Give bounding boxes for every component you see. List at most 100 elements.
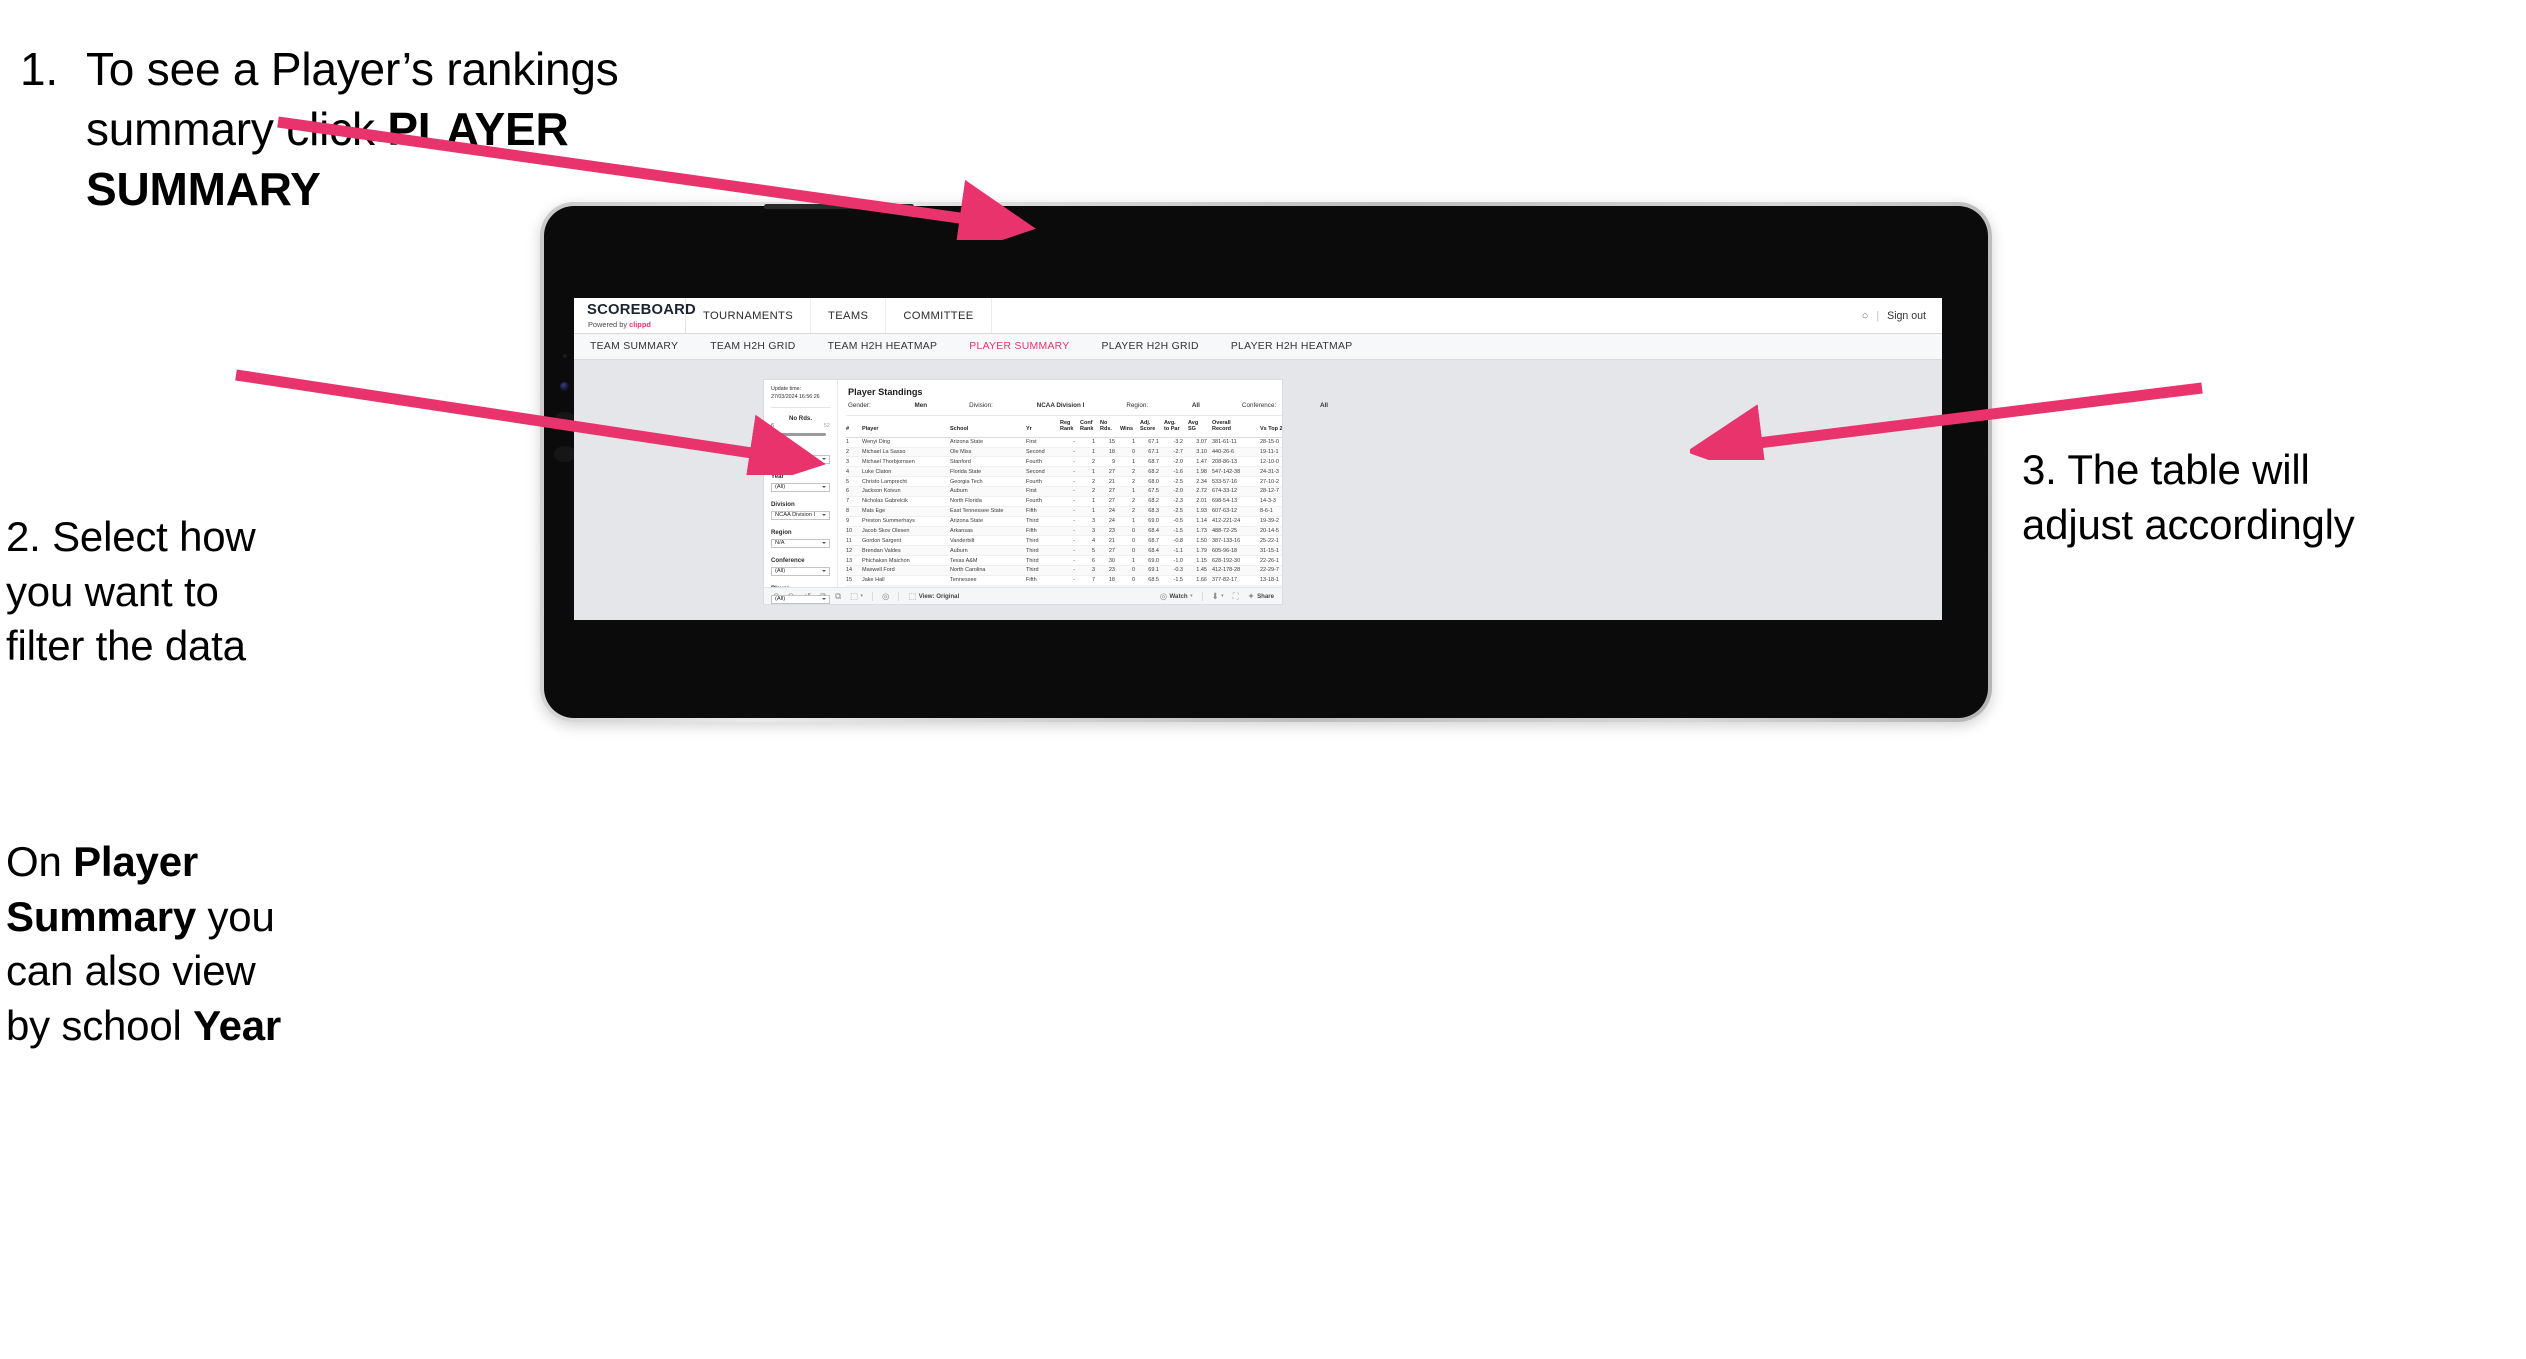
sign-out-link[interactable]: Sign out [1887, 310, 1926, 322]
view-original-button[interactable]: ⬚ View: Original [908, 590, 959, 601]
table-cell: - [1060, 437, 1080, 448]
nav-teams[interactable]: TEAMS [811, 298, 887, 333]
table-row[interactable]: 14 Maxwell Ford North Carolina Third -3 23 0 69… [846, 565, 1282, 576]
table-cell: 2 [846, 447, 862, 458]
table-cell: 27 [1100, 496, 1120, 507]
nav-committee[interactable]: COMMITTEE [886, 298, 992, 333]
tab-team-h2h-grid[interactable]: TEAM H2H GRID [694, 334, 811, 359]
table-row[interactable]: 2 Michael La Sasso Ole Miss Second -1 18 0 67.1… [846, 447, 1282, 458]
annotation-3-line2: adjust accordingly [2022, 500, 2355, 548]
division-value: NCAA Division I [775, 512, 816, 519]
table-row[interactable]: 12 Brendan Valdes Auburn Third -5 27 0 68.4 -1.1… [846, 545, 1282, 557]
table-cell: 1 [1080, 496, 1100, 507]
table-cell: 0 [1120, 575, 1140, 586]
table-cell: -2.3 [1164, 496, 1188, 507]
table-row[interactable]: 9 Preston Summerhays Arizona State Third -3 2… [846, 516, 1282, 527]
tab-player-summary[interactable]: PLAYER SUMMARY [953, 334, 1085, 359]
tablet-device-frame: SCOREBOARD Powered by clippd TOURNAMENTS… [540, 202, 1992, 722]
table-cell: 4 [1080, 535, 1100, 547]
table-row[interactable]: 7 Nicholas Gabrelcik North Florida Fourth -1… [846, 496, 1282, 507]
table-row[interactable]: 4 Luke Claton Florida State Second -1 27 2 68.2… [846, 466, 1282, 478]
region-select[interactable]: N/A [771, 538, 830, 549]
pause-icon[interactable]: ⧉ [835, 591, 841, 600]
table-row[interactable]: 10 Jacob Skov Olesen Arkansas Fifth -3 23 0 68.… [846, 526, 1282, 537]
tab-player-h2h-grid[interactable]: PLAYER H2H GRID [1086, 334, 1215, 359]
table-cell: 27 [1100, 466, 1120, 478]
table-row[interactable]: 1 Wenyi Ding Arizona State First -1 15 1 67.1 -3… [846, 437, 1282, 448]
division-select[interactable]: NCAA Division I [771, 510, 830, 521]
table-cell: - [1060, 447, 1080, 458]
table-cell: 698-54-13 [1212, 496, 1260, 507]
history-icon[interactable]: ◎ [882, 591, 889, 600]
gender-select[interactable]: Men [771, 454, 830, 465]
year-select[interactable]: (All) [771, 482, 830, 493]
table-cell: 1.79 [1188, 545, 1212, 557]
view-icon: ⬚ [908, 590, 917, 601]
brand-logo[interactable]: SCOREBOARD Powered by clippd [574, 298, 696, 333]
no-rounds-slider[interactable] [775, 431, 826, 438]
filter-no-rounds[interactable]: No Rds. 6 52 [771, 415, 830, 438]
table-cell: East Tennessee State [950, 506, 1026, 517]
no-rounds-slider-handle[interactable] [775, 431, 780, 438]
cell-player-name: Christo Lamprecht [862, 476, 950, 487]
column-header-conf-rank[interactable]: Conf Rank [1080, 416, 1100, 438]
table-row[interactable]: 13 Phichaksn Maichon Texas A&M Third -6 30 1 69… [846, 555, 1282, 566]
tab-team-summary[interactable]: TEAM SUMMARY [574, 334, 694, 359]
download-icon: ⬇ [1211, 590, 1219, 601]
table-cell: 13 [846, 555, 862, 566]
tab-player-h2h-heatmap[interactable]: PLAYER H2H HEATMAP [1215, 334, 1369, 359]
table-cell: 2 [1080, 476, 1100, 487]
table-row[interactable]: 5 Christo Lamprecht Georgia Tech Fourth -2 21… [846, 476, 1282, 487]
table-row[interactable]: 11 Gordon Sargent Vanderbilt Third -4 21 0 68.7… [846, 535, 1282, 547]
share-button[interactable]: ✦ Share [1248, 591, 1274, 600]
filter-year: Year (All) [771, 473, 830, 493]
table-cell: 0 [1120, 565, 1140, 576]
summary-gender: Gender: Men [848, 402, 927, 409]
table-row[interactable]: 3 Michael Thorbjornsen Stanford Fourth -2 9 1 6… [846, 456, 1282, 468]
nav-tournaments[interactable]: TOURNAMENTS [686, 298, 812, 333]
table-row[interactable]: 6 Jackson Koivun Auburn First -2 27 1 67.5 -2.0 2… [846, 486, 1282, 497]
table-cell: - [1060, 535, 1080, 547]
year-value: (All) [775, 484, 786, 491]
download-button[interactable]: ⬇ ▾ [1211, 590, 1224, 601]
table-cell: -1.1 [1164, 545, 1188, 557]
column-header-avg-to-par[interactable]: Avg. to Par [1164, 416, 1188, 438]
cell-player-name: Phichaksn Maichon [862, 555, 950, 566]
table-cell: 10 [846, 526, 862, 537]
fullscreen-icon[interactable]: ⛶ [1233, 591, 1239, 600]
column-header-[interactable]: # [846, 416, 862, 438]
column-header-vs-top-25[interactable]: Vs Top 25 [1260, 416, 1282, 438]
tablet-speaker-icon-2 [554, 446, 576, 462]
filter-summary: Gender: Men Division: NCAA Division I Re… [846, 402, 1328, 416]
table-cell: 412-221-24 [1212, 516, 1260, 527]
table-cell: - [1060, 476, 1080, 487]
filter-region: Region N/A [771, 529, 830, 549]
table-row[interactable]: 15 Jake Hall Tennessee Fifth -7 18 0 68.5 -1.5 1.… [846, 575, 1282, 586]
table-cell: Fifth [1026, 575, 1060, 586]
column-header-adj-score[interactable]: Adj. Score [1140, 416, 1164, 438]
alerts-dropdown[interactable]: ⬚ ▾ [850, 591, 863, 600]
player-select[interactable]: (All) [771, 594, 830, 605]
column-header-reg-rank[interactable]: Reg Rank [1060, 416, 1080, 438]
table-cell: -2.5 [1164, 506, 1188, 517]
cell-player-name: Gordon Sargent [862, 535, 950, 547]
table-cell: 12-10-0 [1260, 456, 1282, 468]
table-cell: 387-133-16 [1212, 535, 1260, 547]
conference-select[interactable]: (All) [771, 566, 830, 577]
column-header-overall-record[interactable]: Overall Record [1212, 416, 1260, 438]
table-cell: -1.5 [1164, 526, 1188, 537]
column-header-avg-sg[interactable]: Avg SG [1188, 416, 1212, 438]
table-row[interactable]: 8 Mats Ege East Tennessee State Fifth -1 24 2 6… [846, 506, 1282, 517]
watch-button[interactable]: ◎ Watch ▾ [1160, 591, 1193, 600]
tab-team-h2h-heatmap[interactable]: TEAM H2H HEATMAP [812, 334, 954, 359]
table-cell: 9 [1100, 456, 1120, 468]
column-header-no-rds[interactable]: No Rds. [1100, 416, 1120, 438]
table-cell: 68.5 [1140, 575, 1164, 586]
user-avatar-icon[interactable]: ○ [1862, 310, 1869, 322]
column-header-school[interactable]: School [950, 416, 1026, 438]
annotation-step-1: 1. To see a Player’s rankings summary cl… [20, 40, 810, 219]
column-header-yr[interactable]: Yr [1026, 416, 1060, 438]
column-header-wins[interactable]: Wins [1120, 416, 1140, 438]
column-header-player[interactable]: Player [862, 416, 950, 438]
annotation-2b-line3: can also view [6, 947, 256, 995]
